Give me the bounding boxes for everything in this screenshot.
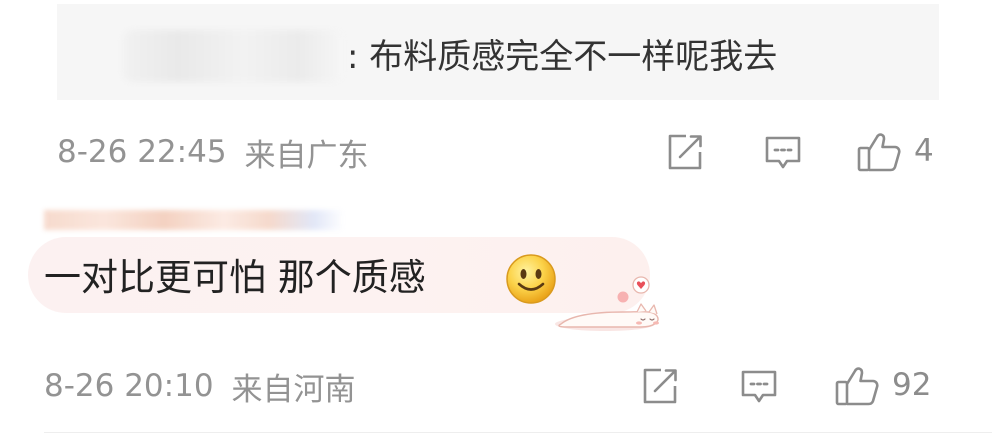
share-button[interactable] [640,366,680,406]
thumbs-up-icon [856,128,902,174]
comment-location: 来自广东 [244,137,369,174]
comment-meta: 8-26 20:10 来自河南 [44,364,356,408]
comment-time: 8-26 20:10 [44,368,214,404]
blurred-username [44,210,344,230]
cat-sticker-icon [553,272,673,334]
comment-button[interactable] [763,134,803,172]
like-count: 4 [914,133,934,169]
comment-location: 来自河南 [231,371,356,408]
comment-icon [739,368,779,406]
reply-quote-box[interactable]: : 布料质感完全不一样呢我去 [57,4,939,100]
comment-feed: : 布料质感完全不一样呢我去 8-26 22:45 来自广东 4 一对比更可怕 … [0,0,992,434]
reply-quote-text: : 布料质感完全不一样呢我去 [347,37,778,77]
divider [44,432,992,433]
share-button[interactable] [665,132,705,172]
blurred-username [123,30,343,82]
comment-meta: 8-26 22:45 来自广东 [57,130,369,174]
thumbs-up-icon [834,362,880,408]
comment-button[interactable] [739,368,779,406]
comment-time: 8-26 22:45 [57,134,227,170]
like-button[interactable]: 92 [834,362,931,408]
comment-icon [763,134,803,172]
smile-emoji-icon [505,253,557,305]
like-count: 92 [892,367,932,403]
like-button[interactable]: 4 [856,128,934,174]
comment-text: 一对比更可怕 那个质感 [44,256,426,299]
share-icon [640,366,680,406]
share-icon [665,132,705,172]
